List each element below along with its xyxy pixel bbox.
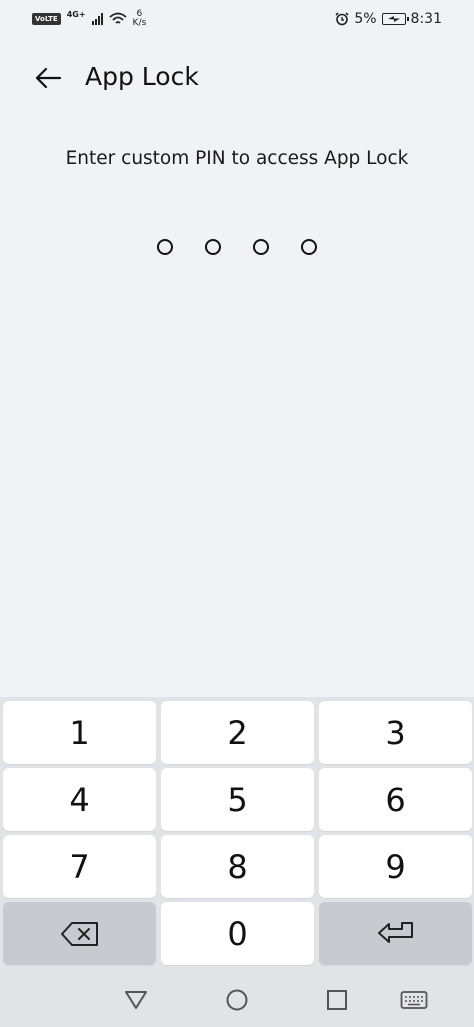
pin-dot [253, 239, 269, 255]
nav-keyboard-button[interactable] [400, 986, 428, 1014]
status-bar: VoLTE 4G+ 6 K/s 5% 8:31 [0, 0, 474, 40]
keypad-row: 0 [3, 902, 474, 965]
backspace-icon [60, 921, 98, 946]
status-right: 5% 8:31 [335, 11, 442, 27]
system-nav-bar [0, 972, 474, 1027]
key-9[interactable]: 9 [319, 835, 472, 898]
key-7[interactable]: 7 [3, 835, 156, 898]
nav-back-button[interactable] [122, 986, 150, 1014]
key-0[interactable]: 0 [161, 902, 314, 965]
nav-recents-button[interactable] [323, 986, 351, 1014]
key-3[interactable]: 3 [319, 701, 472, 764]
page-title: App Lock [85, 62, 199, 91]
app-header: App Lock [0, 56, 474, 100]
enter-icon [377, 921, 413, 943]
key-8[interactable]: 8 [161, 835, 314, 898]
keyboard-icon [400, 991, 428, 1009]
keypad-row: 7 8 9 [3, 835, 474, 898]
alarm-icon [335, 12, 349, 26]
battery-icon [381, 13, 409, 25]
pin-prompt: Enter custom PIN to access App Lock [65, 148, 409, 169]
signal-icon [91, 13, 103, 25]
numeric-keypad: 1 2 3 4 5 6 7 8 9 0 [0, 697, 474, 972]
key-4[interactable]: 4 [3, 768, 156, 831]
arrow-left-icon [35, 67, 62, 89]
square-recents-icon [327, 990, 347, 1010]
nav-home-button[interactable] [223, 986, 251, 1014]
speed-unit: K/s [132, 18, 147, 28]
key-2[interactable]: 2 [161, 701, 314, 764]
keypad-row: 4 5 6 [3, 768, 474, 831]
triangle-back-icon [125, 991, 147, 1009]
pin-indicator [157, 239, 317, 255]
volte-indicator: VoLTE [32, 13, 61, 25]
key-1[interactable]: 1 [3, 701, 156, 764]
pin-dot [301, 239, 317, 255]
wifi-icon [108, 12, 127, 24]
back-button[interactable] [28, 58, 68, 98]
key-6[interactable]: 6 [319, 768, 472, 831]
pin-dot [205, 239, 221, 255]
key-5[interactable]: 5 [161, 768, 314, 831]
clock: 8:31 [410, 11, 442, 27]
battery-percent: 5% [354, 11, 377, 27]
backspace-key[interactable] [3, 902, 156, 965]
status-left: VoLTE 4G+ 6 K/s [32, 10, 146, 28]
network-type: 4G+ [66, 9, 86, 19]
pin-dot [157, 239, 173, 255]
network-speed: 6 K/s [133, 10, 147, 28]
keypad-row: 1 2 3 [3, 701, 474, 764]
enter-key[interactable] [319, 902, 472, 965]
circle-home-icon [226, 989, 248, 1011]
